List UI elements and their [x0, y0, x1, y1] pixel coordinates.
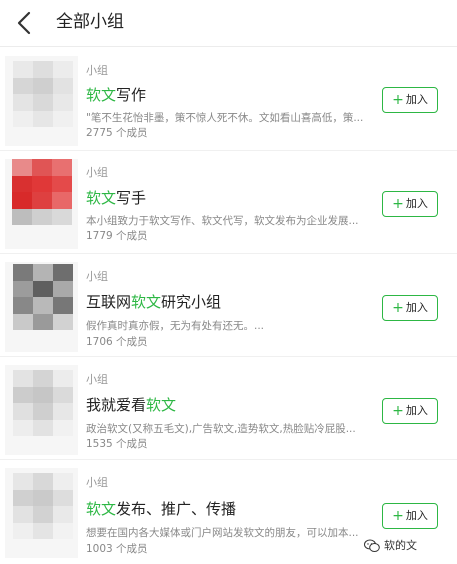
group-name[interactable]: 我就爱看软文 — [86, 395, 176, 415]
group-avatar — [13, 370, 73, 436]
group-category: 小组 — [86, 64, 108, 77]
member-count: 1535 个成员 — [86, 438, 148, 450]
group-name[interactable]: 互联网软文研究小组 — [86, 292, 221, 312]
group-row[interactable]: 小组 我就爱看软文 政治软文(又称五毛文),广告软文,造势软文,热脸贴冷屁股..… — [0, 357, 457, 460]
member-count: 2775 个成员 — [86, 127, 148, 139]
join-button[interactable]: + 加入 — [382, 398, 438, 424]
group-name[interactable]: 软文发布、推广、传播 — [86, 499, 236, 519]
plus-icon: + — [392, 508, 404, 524]
group-description: "笔不生花怡非墨，策不惊人死不休。文如看山喜高低，策... — [86, 112, 364, 124]
group-avatar — [13, 473, 73, 539]
watermark-text: 软的文 — [384, 539, 417, 552]
group-list: 小组 软文写作 "笔不生花怡非墨，策不惊人死不休。文如看山喜高低，策... 27… — [0, 48, 457, 563]
join-button[interactable]: + 加入 — [382, 87, 438, 113]
group-name[interactable]: 软文写手 — [86, 188, 146, 208]
join-button[interactable]: + 加入 — [382, 191, 438, 217]
group-category: 小组 — [86, 476, 108, 489]
top-bar: 全部小组 — [0, 0, 457, 47]
plus-icon: + — [392, 92, 404, 108]
plus-icon: + — [392, 196, 404, 212]
group-category: 小组 — [86, 166, 108, 179]
group-description: 本小组致力于软文写作、软文代写，软文发布为企业发展... — [86, 215, 359, 227]
group-category: 小组 — [86, 373, 108, 386]
group-row[interactable]: 小组 软文写作 "笔不生花怡非墨，策不惊人死不休。文如看山喜高低，策... 27… — [0, 48, 457, 151]
watermark: 软的文 — [364, 537, 417, 555]
join-button[interactable]: + 加入 — [382, 295, 438, 321]
join-button[interactable]: + 加入 — [382, 503, 438, 529]
group-name[interactable]: 软文写作 — [86, 85, 146, 105]
group-avatar — [12, 159, 72, 225]
group-category: 小组 — [86, 270, 108, 283]
plus-icon: + — [392, 403, 404, 419]
group-avatar — [13, 264, 73, 330]
group-description: 政治软文(又称五毛文),广告软文,造势软文,热脸贴冷屁股... — [86, 423, 356, 435]
group-avatar — [13, 61, 73, 127]
back-arrow-icon[interactable] — [14, 9, 36, 37]
wechat-icon — [364, 539, 380, 552]
group-row[interactable]: 小组 互联网软文研究小组 假作真时真亦假，无为有处有还无。... 1706 个成… — [0, 254, 457, 357]
member-count: 1779 个成员 — [86, 230, 148, 242]
group-row[interactable]: 小组 软文写手 本小组致力于软文写作、软文代写，软文发布为企业发展... 177… — [0, 151, 457, 254]
group-description: 想要在国内各大媒体或门户网站发软文的朋友，可以加本... — [86, 527, 359, 539]
plus-icon: + — [392, 300, 404, 316]
page-title: 全部小组 — [56, 12, 124, 32]
group-description: 假作真时真亦假，无为有处有还无。... — [86, 320, 265, 332]
member-count: 1003 个成员 — [86, 543, 148, 555]
member-count: 1706 个成员 — [86, 336, 148, 348]
